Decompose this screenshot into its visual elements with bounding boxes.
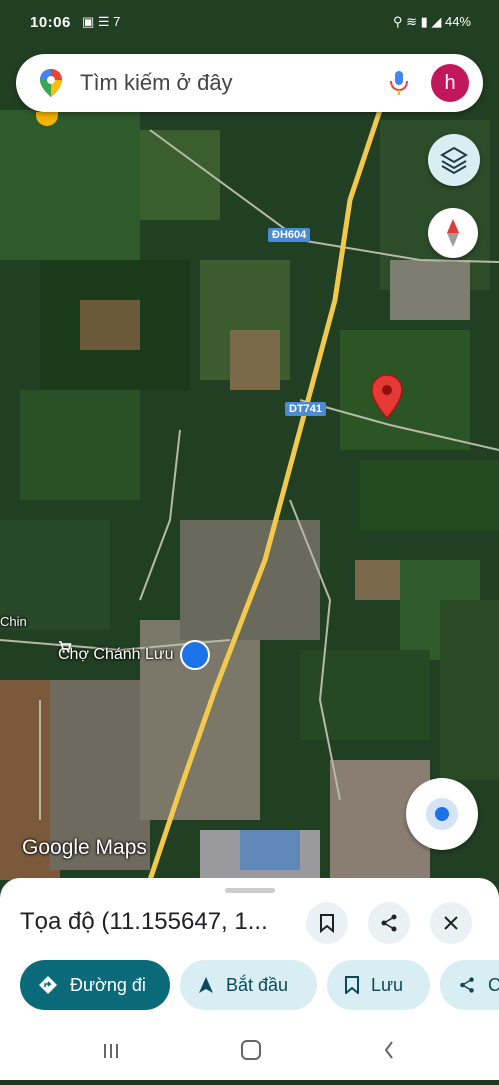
search-bar[interactable]: Tìm kiếm ở đây h — [16, 54, 483, 112]
notification-icons: ▣ ☰ 7 — [82, 14, 121, 29]
place-marker-cho-chanh-luu[interactable]: Chợ Chánh Lưu — [58, 640, 210, 670]
dropped-pin-marker[interactable] — [370, 374, 404, 420]
layers-button[interactable] — [428, 134, 480, 186]
save-button[interactable]: Lưu — [327, 960, 430, 1010]
directions-label: Đường đi — [70, 974, 146, 995]
my-location-button[interactable] — [406, 778, 478, 850]
bookmark-button[interactable] — [306, 902, 348, 944]
navigation-arrow-icon — [198, 976, 214, 994]
action-chips: Đường đi Bắt đầu Lưu C — [0, 960, 499, 1014]
place-label-edge: Chin — [0, 614, 27, 629]
share-icon — [458, 976, 476, 994]
drag-handle[interactable] — [225, 888, 275, 893]
compass-button[interactable] — [428, 208, 478, 258]
search-input[interactable]: Tìm kiếm ở đây — [80, 70, 233, 96]
maps-pin-icon — [40, 69, 62, 97]
bookmark-icon — [345, 976, 359, 994]
place-label-cho-chanh-luu: Chợ Chánh Lưu — [58, 646, 174, 663]
start-button[interactable]: Bắt đầu — [180, 960, 317, 1010]
status-bar: 10:06 ▣ ☰ 7 ⚲ ≋ ▮ ◢ 44% — [0, 0, 499, 48]
recent-apps-icon[interactable] — [104, 1044, 118, 1058]
google-maps-attribution: Google Maps — [22, 836, 147, 859]
system-nav-bar — [0, 1040, 499, 1080]
share-button[interactable] — [368, 902, 410, 944]
home-icon[interactable] — [241, 1040, 261, 1060]
compass-icon — [447, 219, 459, 247]
road-label-dh604: ĐH604 — [268, 228, 311, 242]
road-label-dt741: DT741 — [285, 402, 327, 416]
layers-icon — [440, 146, 468, 175]
account-avatar[interactable]: h — [431, 64, 469, 102]
share-chip[interactable]: C — [440, 960, 499, 1010]
shopping-cart-icon — [59, 640, 210, 670]
back-icon[interactable] — [384, 1041, 393, 1059]
directions-button[interactable]: Đường đi — [20, 960, 170, 1010]
share-icon — [381, 914, 397, 932]
bookmark-icon — [320, 914, 334, 933]
mic-icon[interactable] — [388, 69, 410, 97]
my-location-icon — [426, 798, 458, 830]
satellite-imagery — [0, 0, 499, 900]
start-label: Bắt đầu — [226, 974, 289, 995]
status-time: 10:06 — [30, 14, 71, 31]
satellite-map[interactable]: ĐH604 DT741 Chin Chợ Chánh Lưu Google Ma… — [0, 0, 499, 900]
directions-icon — [38, 975, 58, 995]
close-button[interactable] — [430, 902, 472, 944]
status-right-icons: ⚲ ≋ ▮ ◢ 44% — [392, 14, 471, 29]
share-chip-label: C — [488, 974, 499, 995]
close-icon — [444, 916, 458, 930]
save-label: Lưu — [371, 974, 404, 995]
coordinates-title: Tọa độ (11.155647, 1... — [20, 908, 268, 935]
